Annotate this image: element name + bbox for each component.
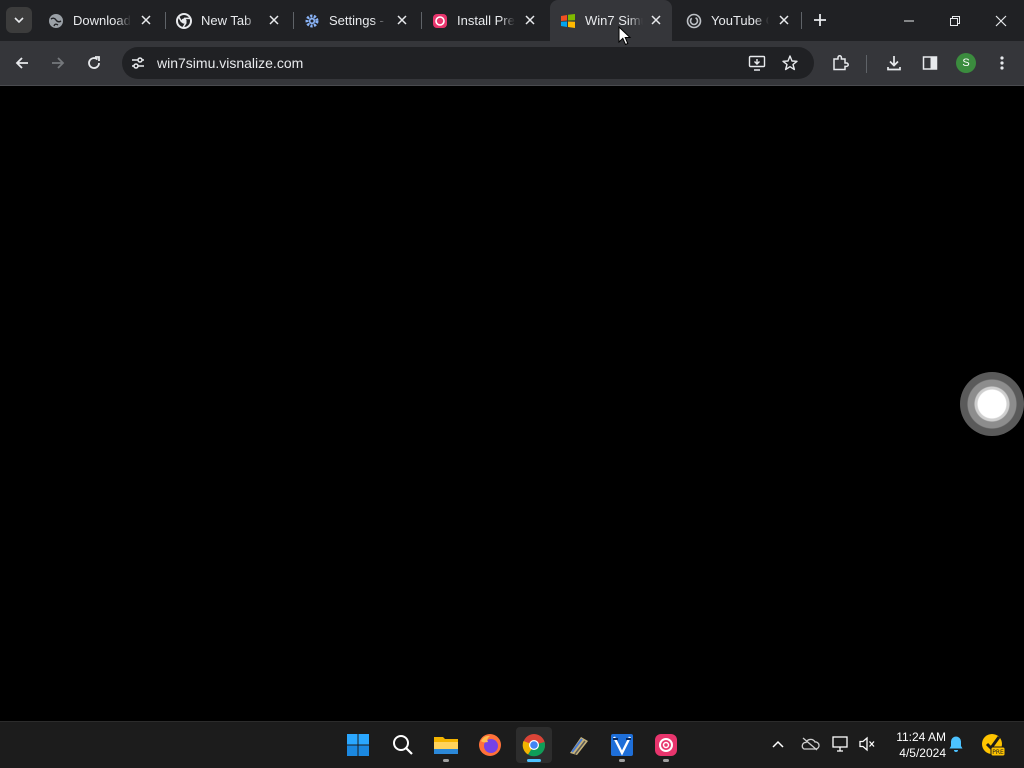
norton-pre-icon[interactable]: PRE xyxy=(978,730,1006,758)
tab-download[interactable]: Download xyxy=(38,0,162,41)
tab-title: YouTube C xyxy=(711,13,769,28)
folder-icon xyxy=(434,737,458,754)
creative-cloud-icon xyxy=(432,13,448,29)
close-icon[interactable] xyxy=(776,12,792,28)
firefox-icon xyxy=(479,734,501,756)
start-button[interactable] xyxy=(340,727,376,763)
minimize-button[interactable] xyxy=(886,0,932,41)
forward-button[interactable] xyxy=(44,49,72,77)
close-icon[interactable] xyxy=(522,12,538,28)
tab-title: Download xyxy=(73,13,131,28)
tab-search-button[interactable] xyxy=(6,7,32,33)
install-app-icon[interactable] xyxy=(746,52,768,74)
chevron-down-icon xyxy=(14,17,24,24)
firefox-button[interactable] xyxy=(472,727,508,763)
notification-bell-icon[interactable] xyxy=(946,734,966,754)
vnc-icon xyxy=(570,737,588,755)
svg-text:PRE: PRE xyxy=(992,749,1004,756)
restore-button[interactable] xyxy=(932,0,978,41)
show-hidden-icons-button[interactable] xyxy=(768,734,788,754)
tab-install-premiere[interactable]: Install Pre xyxy=(422,0,546,41)
back-button[interactable] xyxy=(8,49,36,77)
globe-icon xyxy=(48,13,64,29)
close-icon[interactable] xyxy=(394,12,410,28)
mouse-cursor-icon xyxy=(618,26,632,46)
tab-title: Win7 Simu xyxy=(585,13,643,28)
close-icon[interactable] xyxy=(648,12,664,28)
clock-date: 4/5/2024 xyxy=(899,746,946,760)
tab-win7-simu[interactable]: Win7 Simu xyxy=(550,0,672,41)
reload-icon xyxy=(88,56,100,69)
file-explorer-button[interactable] xyxy=(428,727,464,763)
vnc-viewer-button[interactable] xyxy=(561,727,597,763)
side-panel-button[interactable] xyxy=(916,49,944,77)
puzzle-icon xyxy=(833,55,849,71)
chrome-icon xyxy=(176,12,192,29)
side-panel-icon xyxy=(922,56,938,70)
bookmark-star-icon[interactable] xyxy=(779,52,801,74)
running-indicator xyxy=(527,759,541,762)
new-tab-button[interactable] xyxy=(808,8,832,32)
clock-time: 11:24 AM xyxy=(896,730,946,744)
menu-button[interactable] xyxy=(988,49,1016,77)
running-indicator xyxy=(443,759,449,762)
close-window-button[interactable] xyxy=(978,0,1024,41)
address-bar[interactable]: win7simu.visnalize.com xyxy=(122,47,814,79)
gear-icon xyxy=(304,13,320,29)
tab-separator xyxy=(801,12,802,29)
download-icon xyxy=(887,56,901,71)
close-icon[interactable] xyxy=(266,12,282,28)
reload-button[interactable] xyxy=(80,49,108,77)
chrome-button[interactable] xyxy=(516,727,552,763)
network-icon[interactable] xyxy=(831,734,851,754)
chevron-up-icon xyxy=(772,740,784,748)
toolbar-divider xyxy=(866,55,867,73)
minimize-icon xyxy=(904,20,914,21)
tab-strip: Download New Tab Settings - Install Pre xyxy=(0,0,1024,41)
arrow-right-icon xyxy=(52,57,65,69)
windows-logo-icon xyxy=(347,734,369,756)
search-button[interactable] xyxy=(385,727,421,763)
tab-new-tab[interactable]: New Tab xyxy=(166,0,290,41)
tab-youtube[interactable]: YouTube C xyxy=(676,0,800,41)
arrow-left-icon xyxy=(15,57,28,69)
close-icon[interactable] xyxy=(138,12,154,28)
tab-title: Settings - xyxy=(329,13,384,28)
chrome-icon xyxy=(522,734,546,757)
tab-title: Install Pre xyxy=(457,13,515,28)
plus-icon xyxy=(814,14,826,26)
creative-cloud-button[interactable] xyxy=(648,727,684,763)
video-editor-icon xyxy=(611,734,633,756)
video-editor-button[interactable] xyxy=(604,727,640,763)
loading-orb[interactable] xyxy=(960,372,1024,436)
close-icon xyxy=(995,15,1007,26)
downloads-button[interactable] xyxy=(880,49,908,77)
volume-muted-icon[interactable] xyxy=(857,734,877,754)
tab-settings[interactable]: Settings - xyxy=(294,0,418,41)
windows-flag-icon xyxy=(560,13,576,29)
spiral-icon xyxy=(686,13,702,29)
profile-avatar[interactable]: S xyxy=(956,53,976,73)
onedrive-icon[interactable] xyxy=(800,734,820,754)
restore-icon xyxy=(950,15,960,26)
kebab-menu-icon xyxy=(1000,56,1004,70)
search-icon xyxy=(393,735,413,755)
creative-cloud-icon xyxy=(655,734,677,756)
browser-toolbar: win7simu.visnalize.com S xyxy=(0,41,1024,86)
system-clock[interactable]: 11:24 AM 4/5/2024 xyxy=(884,729,946,761)
tab-title: New Tab xyxy=(201,13,252,28)
taskbar: 11:24 AM 4/5/2024 PRE xyxy=(0,721,1024,768)
running-indicator xyxy=(619,759,625,762)
page-content xyxy=(0,87,1024,721)
running-indicator xyxy=(663,759,669,762)
url-text[interactable]: win7simu.visnalize.com xyxy=(157,55,303,71)
site-info-icon[interactable] xyxy=(128,53,148,73)
extensions-button[interactable] xyxy=(826,49,854,77)
